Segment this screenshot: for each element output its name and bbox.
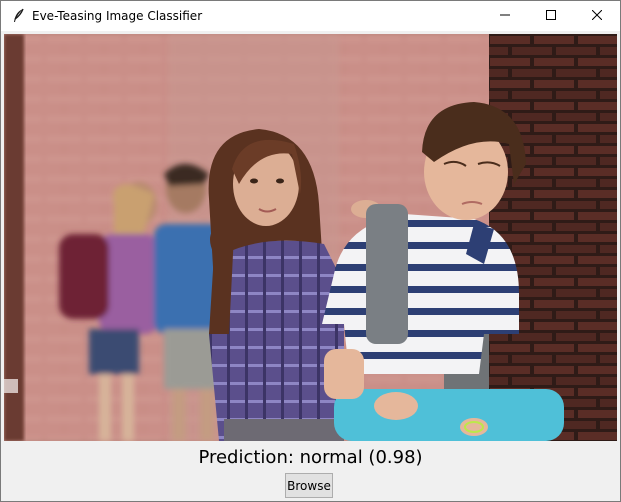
browse-button[interactable]: Browse <box>285 473 333 498</box>
window-title: Eve-Teasing Image Classifier <box>32 9 203 23</box>
feather-icon <box>10 8 26 24</box>
minimize-button[interactable] <box>482 1 528 31</box>
classified-image <box>4 34 617 441</box>
close-icon <box>591 7 603 25</box>
maximize-icon <box>546 7 556 25</box>
prediction-label: Prediction: normal (0.98) <box>198 447 423 468</box>
title-bar[interactable]: Eve-Teasing Image Classifier <box>1 1 620 31</box>
app-window: Eve-Teasing Image Classifier Prediction:… <box>0 0 621 502</box>
maximize-button[interactable] <box>528 1 574 31</box>
close-button[interactable] <box>574 1 620 31</box>
minimize-icon <box>500 7 510 25</box>
